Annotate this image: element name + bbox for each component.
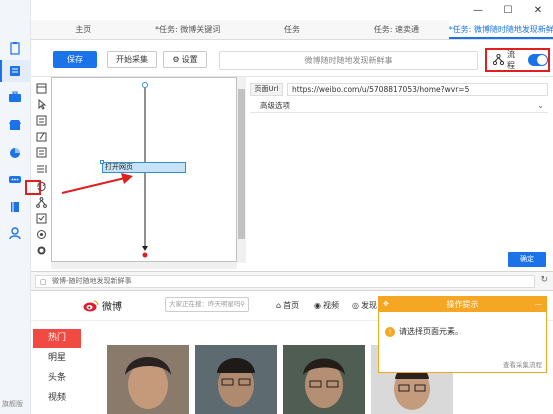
weibo-nav-video[interactable]: ◉ 视频 (314, 300, 339, 311)
book-icon[interactable] (8, 200, 22, 214)
verify-icon[interactable] (36, 213, 47, 224)
toolbar: 保存 开始采集 ⚙ 设置 微博随时随地发现新鲜事 流程 (31, 41, 553, 77)
page-icon: ▢ (40, 278, 47, 286)
task-title-field[interactable]: 微博随时随地发现新鲜事 (219, 51, 478, 70)
mouse-hover-icon[interactable] (36, 229, 47, 240)
app-window: 旗舰版 — ☐ ✕ 主页 *任务: 微博关键词 任务 任务: 速卖通 *任务: … (0, 0, 553, 414)
reload-icon[interactable]: ↻ (540, 275, 548, 285)
page-icon[interactable] (36, 83, 47, 94)
maximize-icon[interactable]: ☐ (493, 0, 523, 20)
canvas-vertical-scrollbar[interactable] (237, 77, 246, 263)
open-page-node[interactable]: 打开网页 (102, 162, 186, 173)
window-controls: — ☐ ✕ (463, 0, 553, 20)
store-icon[interactable] (8, 118, 22, 132)
category-star[interactable]: 明星 (33, 348, 81, 368)
settings-label: 设置 (181, 55, 198, 64)
weibo-category-sidebar: 热门 明星 头条 视频 (33, 329, 81, 408)
minimize-icon[interactable]: — (463, 0, 493, 20)
tip-message-row: ! 请选择页面元素。 (385, 326, 463, 337)
browser-bar: ▢ 微博-随时随地发现新鲜事 ↻ (31, 271, 553, 291)
url-input[interactable]: https://weibo.com/u/5708817053/home?wvr=… (287, 83, 548, 96)
edition-label: 旗舰版 (2, 400, 23, 408)
feed-photo[interactable] (283, 345, 365, 414)
stop-icon[interactable] (36, 245, 47, 256)
left-rail: 旗舰版 (0, 0, 31, 414)
flow-icon (492, 53, 505, 67)
feed-photo[interactable] (195, 345, 277, 414)
tip-header: ✥ 操作提示 — (379, 297, 546, 312)
chat-icon[interactable] (8, 173, 22, 187)
category-headline[interactable]: 头条 (33, 368, 81, 388)
weibo-logo[interactable]: 微博 (83, 298, 122, 313)
weibo-search-input[interactable]: 大家正在搜：昨天明星吗 ⚲ (165, 297, 249, 312)
browser-page: 微博 大家正在搜：昨天明星吗 ⚲ ⌂ 首页 ◉ 视频 ◎ 发现 热门 明星 头条 (31, 291, 553, 414)
operation-tip-panel: ✥ 操作提示 — ! 请选择页面元素。 查看采集流程 (378, 296, 547, 373)
user-icon[interactable] (8, 226, 22, 240)
flow-label: 流程 (507, 50, 515, 70)
weibo-nav-discover-label: 发现 (360, 301, 377, 310)
gear-icon: ⚙ (172, 55, 180, 64)
settings-button[interactable]: ⚙ 设置 (163, 51, 207, 68)
close-icon[interactable]: ✕ (523, 0, 553, 20)
extract-icon[interactable] (36, 115, 47, 126)
address-bar[interactable]: ▢ 微博-随时随地发现新鲜事 (35, 275, 535, 288)
canvas-horizontal-scrollbar[interactable] (51, 262, 237, 269)
home-icon: ⌂ (276, 301, 282, 310)
click-icon[interactable] (36, 98, 47, 110)
category-video[interactable]: 视频 (33, 388, 81, 408)
list-icon[interactable] (36, 163, 47, 174)
branch-icon[interactable] (36, 197, 47, 208)
clipboard-icon[interactable] (8, 41, 22, 55)
tip-message: 请选择页面元素。 (399, 327, 463, 336)
save-button[interactable]: 保存 (53, 51, 97, 68)
advanced-options-toggle[interactable]: 高级选项 ⌄ (250, 99, 548, 113)
search-icon[interactable]: ⚲ (240, 298, 245, 311)
tab-task[interactable]: 任务 (240, 20, 344, 39)
weibo-nav-video-label: 视频 (322, 301, 339, 310)
weibo-nav-discover[interactable]: ◎ 发现 (352, 300, 377, 311)
task-tabs: 主页 *任务: 微博关键词 任务 任务: 速卖通 *任务: 微博随时随地发现新鲜… (31, 20, 553, 40)
tip-title: 操作提示 (446, 300, 479, 309)
discover-icon: ◎ (352, 301, 359, 310)
advanced-label: 高级选项 (260, 101, 290, 110)
weibo-search-placeholder: 大家正在搜：昨天明星吗 (169, 300, 241, 308)
move-icon[interactable]: ✥ (383, 297, 389, 312)
flow-tool-palette (33, 77, 50, 263)
task-list-icon[interactable] (8, 64, 22, 78)
info-icon: ! (385, 326, 395, 337)
flow-toggle[interactable] (527, 54, 548, 66)
view-flow-link[interactable]: 查看采集流程 (503, 359, 542, 369)
weibo-nav-home[interactable]: ⌂ 首页 (276, 300, 299, 311)
chevron-down-icon: ⌄ (537, 101, 544, 110)
pie-chart-icon[interactable] (8, 146, 22, 160)
start-collect-button[interactable]: 开始采集 (107, 51, 157, 68)
category-hot[interactable]: 热门 (33, 329, 81, 348)
flow-toggle-group: 流程 (485, 48, 550, 72)
url-label: 页面Url (250, 83, 283, 96)
loop-tool-highlight (25, 180, 41, 195)
url-row: 页面Url https://weibo.com/u/5708817053/hom… (250, 83, 548, 96)
address-text: 微博-随时随地发现新鲜事 (52, 277, 132, 285)
briefcase-icon[interactable] (8, 90, 22, 104)
tab-weibo-keyword[interactable]: *任务: 微博关键词 (135, 20, 239, 39)
feed-photo[interactable] (107, 345, 189, 414)
weibo-nav-home-label: 首页 (283, 301, 300, 310)
input-text-icon[interactable] (36, 131, 47, 142)
tab-weibo-discover[interactable]: *任务: 微博随时随地发现新鲜事 (448, 20, 553, 39)
confirm-button[interactable]: 确定 (508, 252, 546, 267)
tab-home[interactable]: 主页 (31, 20, 135, 39)
video-icon: ◉ (314, 301, 321, 310)
weibo-logo-icon (83, 300, 99, 312)
tab-aliexpress[interactable]: 任务: 速卖通 (344, 20, 448, 39)
properties-panel: 页面Url https://weibo.com/u/5708817053/hom… (246, 77, 553, 270)
weibo-logo-text: 微博 (102, 302, 122, 313)
node-handle[interactable] (100, 160, 104, 164)
close-icon[interactable]: — (535, 297, 542, 312)
switch-icon[interactable] (36, 147, 47, 158)
